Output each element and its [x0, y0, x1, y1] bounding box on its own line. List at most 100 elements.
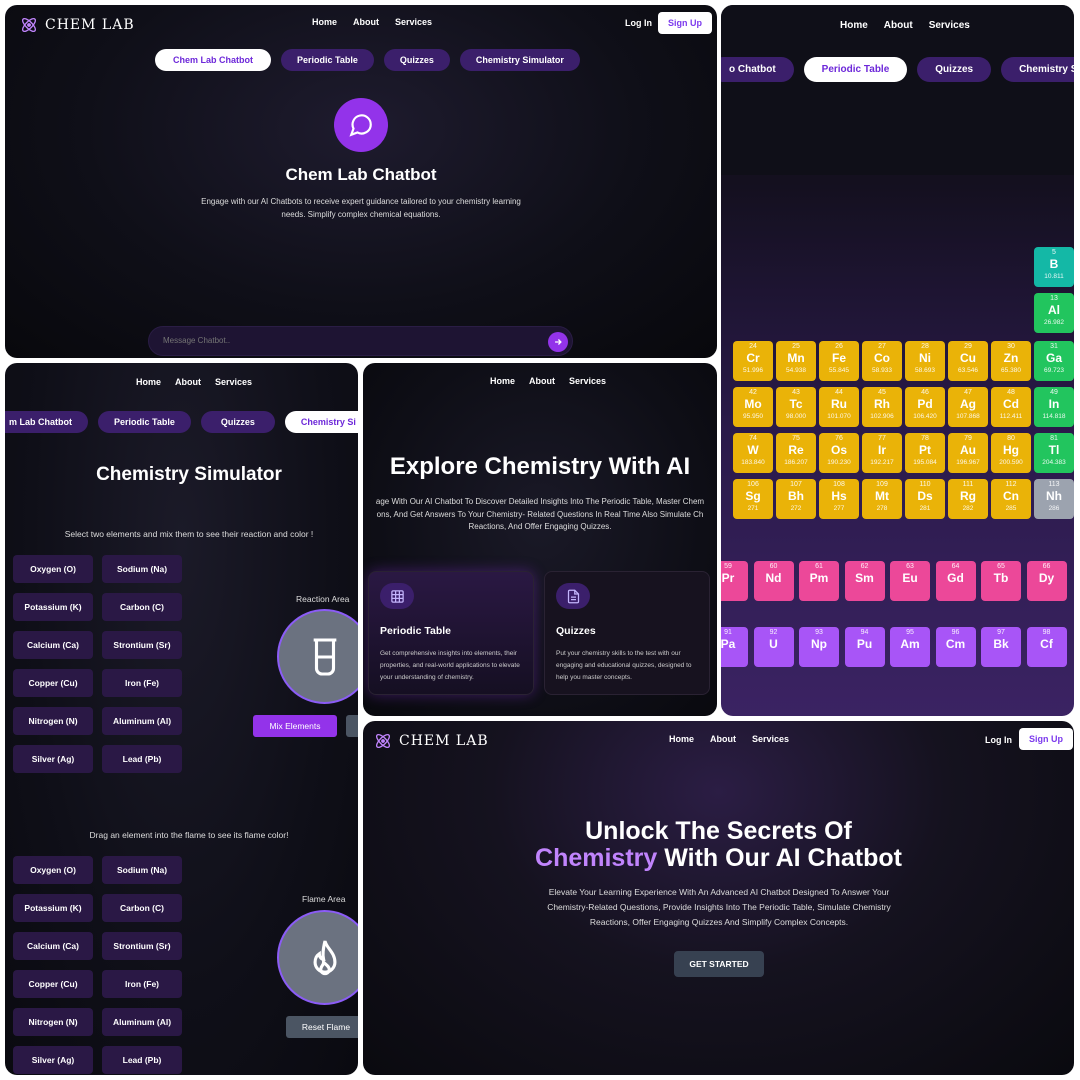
element-tile-ds[interactable]: 110 Ds 281 — [905, 479, 945, 519]
get-started-button[interactable]: GET STARTED — [674, 951, 764, 977]
flame-element-button[interactable]: Sodium (Na) — [102, 856, 182, 884]
element-tile-ga[interactable]: 31 Ga 69.723 — [1034, 341, 1074, 381]
element-tile-ir[interactable]: 77 Ir 192.217 — [862, 433, 902, 473]
element-tile-pr[interactable]: 59 Pr — [721, 561, 748, 601]
mix-element-button[interactable]: Copper (Cu) — [13, 669, 93, 697]
nav-about[interactable]: About — [529, 376, 555, 386]
element-tile-zn[interactable]: 30 Zn 65.380 — [991, 341, 1031, 381]
flame-element-button[interactable]: Nitrogen (N) — [13, 1008, 93, 1036]
element-tile-mt[interactable]: 109 Mt 278 — [862, 479, 902, 519]
feature-card-quizzes[interactable]: Quizzes Put your chemistry skills to the… — [544, 571, 710, 695]
element-tile-hg[interactable]: 80 Hg 200.590 — [991, 433, 1031, 473]
feature-card-periodic-table[interactable]: Periodic Table Get comprehensive insight… — [368, 571, 534, 695]
mix-element-button[interactable]: Nitrogen (N) — [13, 707, 93, 735]
element-tile-mn[interactable]: 25 Mn 54.938 — [776, 341, 816, 381]
element-tile-pd[interactable]: 46 Pd 106.420 — [905, 387, 945, 427]
nav-home[interactable]: Home — [136, 377, 161, 387]
element-tile-re[interactable]: 75 Re 186.207 — [776, 433, 816, 473]
element-tile-sg[interactable]: 106 Sg 271 — [733, 479, 773, 519]
mix-element-button[interactable]: Potassium (K) — [13, 593, 93, 621]
flame-element-button[interactable]: Oxygen (O) — [13, 856, 93, 884]
mix-element-button[interactable]: Aluminum (Al) — [102, 707, 182, 735]
nav-services[interactable]: Services — [215, 377, 252, 387]
element-tile-pa[interactable]: 91 Pa — [721, 627, 748, 667]
element-tile-al[interactable]: 13 Al 26.982 — [1034, 293, 1074, 333]
element-tile-am[interactable]: 95 Am — [890, 627, 930, 667]
nav-services[interactable]: Services — [569, 376, 606, 386]
nav-services[interactable]: Services — [395, 17, 432, 27]
mix-element-button[interactable]: Carbon (C) — [102, 593, 182, 621]
tab-quizzes[interactable]: Quizzes — [383, 49, 450, 71]
mix-element-button[interactable]: Iron (Fe) — [102, 669, 182, 697]
nav-home[interactable]: Home — [840, 20, 868, 31]
element-tile-co[interactable]: 27 Co 58.933 — [862, 341, 902, 381]
element-tile-nd[interactable]: 60 Nd — [753, 561, 794, 601]
element-tile-au[interactable]: 79 Au 196.967 — [948, 433, 988, 473]
element-tile-cf[interactable]: 98 Cf — [1026, 627, 1067, 667]
element-tile-cu[interactable]: 29 Cu 63.546 — [948, 341, 988, 381]
tab-periodic-table[interactable]: Periodic Table — [803, 57, 908, 82]
mix-element-button[interactable]: Lead (Pb) — [102, 745, 182, 773]
element-tile-pm[interactable]: 61 Pm — [799, 561, 839, 601]
flame-element-button[interactable]: Strontium (Sr) — [102, 932, 182, 960]
element-tile-tb[interactable]: 65 Tb — [981, 561, 1021, 601]
signup-button[interactable]: Sign Up — [1019, 728, 1073, 750]
element-tile-bh[interactable]: 107 Bh 272 — [776, 479, 816, 519]
flame-element-button[interactable]: Aluminum (Al) — [102, 1008, 182, 1036]
reset-reaction-button[interactable] — [346, 715, 358, 737]
nav-services[interactable]: Services — [929, 20, 970, 31]
tab-periodic-table[interactable]: Periodic Table — [281, 49, 374, 71]
nav-about[interactable]: About — [884, 20, 913, 31]
element-tile-hs[interactable]: 108 Hs 277 — [819, 479, 859, 519]
element-tile-sm[interactable]: 62 Sm — [844, 561, 885, 601]
element-tile-pt[interactable]: 78 Pt 195.084 — [905, 433, 945, 473]
nav-about[interactable]: About — [710, 734, 736, 744]
element-tile-pu[interactable]: 94 Pu — [844, 627, 885, 667]
mix-elements-button[interactable]: Mix Elements — [253, 715, 337, 737]
send-button[interactable] — [548, 332, 568, 352]
nav-home[interactable]: Home — [669, 734, 694, 744]
mix-element-button[interactable]: Strontium (Sr) — [102, 631, 182, 659]
mix-element-button[interactable]: Silver (Ag) — [13, 745, 93, 773]
element-tile-ag[interactable]: 47 Ag 107.868 — [948, 387, 988, 427]
flame-element-button[interactable]: Iron (Fe) — [102, 970, 182, 998]
logo[interactable]: CHEM LAB — [373, 731, 489, 751]
element-tile-cm[interactable]: 96 Cm — [935, 627, 976, 667]
flame-element-button[interactable]: Potassium (K) — [13, 894, 93, 922]
tab-simulator[interactable]: Chemistry Simulator — [459, 49, 580, 71]
nav-about[interactable]: About — [353, 17, 379, 27]
element-tile-cr[interactable]: 24 Cr 51.996 — [733, 341, 773, 381]
flame-element-button[interactable]: Carbon (C) — [102, 894, 182, 922]
element-tile-nh[interactable]: 113 Nh 286 — [1034, 479, 1074, 519]
nav-home[interactable]: Home — [312, 17, 337, 27]
logo[interactable]: CHEM LAB — [19, 15, 135, 35]
nav-about[interactable]: About — [175, 377, 201, 387]
element-tile-cn[interactable]: 112 Cn 285 — [991, 479, 1031, 519]
element-tile-bk[interactable]: 97 Bk — [981, 627, 1021, 667]
element-tile-w[interactable]: 74 W 183.840 — [733, 433, 773, 473]
element-tile-dy[interactable]: 66 Dy — [1026, 561, 1067, 601]
flame-element-button[interactable]: Lead (Pb) — [102, 1046, 182, 1074]
element-tile-rh[interactable]: 45 Rh 102.906 — [862, 387, 902, 427]
element-tile-mo[interactable]: 42 Mo 95.950 — [733, 387, 773, 427]
element-tile-rg[interactable]: 111 Rg 282 — [948, 479, 988, 519]
flame-area[interactable] — [277, 910, 358, 1005]
message-input[interactable] — [163, 336, 523, 345]
mix-element-button[interactable]: Sodium (Na) — [102, 555, 182, 583]
tab-simulator[interactable]: Chemistry S — [1001, 57, 1074, 82]
element-tile-tl[interactable]: 81 Tl 204.383 — [1034, 433, 1074, 473]
element-tile-ni[interactable]: 28 Ni 58.693 — [905, 341, 945, 381]
mix-element-button[interactable]: Oxygen (O) — [13, 555, 93, 583]
element-tile-tc[interactable]: 43 Tc 98.000 — [776, 387, 816, 427]
element-tile-gd[interactable]: 64 Gd — [935, 561, 976, 601]
login-link[interactable]: Log In — [985, 735, 1012, 745]
tab-chatbot[interactable]: o Chatbot — [721, 57, 794, 82]
element-tile-u[interactable]: 92 U — [753, 627, 794, 667]
element-tile-in[interactable]: 49 In 114.818 — [1034, 387, 1074, 427]
element-tile-os[interactable]: 76 Os 190.230 — [819, 433, 859, 473]
nav-services[interactable]: Services — [752, 734, 789, 744]
element-tile-ru[interactable]: 44 Ru 101.070 — [819, 387, 859, 427]
tab-quizzes[interactable]: Quizzes — [200, 411, 275, 433]
element-tile-b[interactable]: 5 B 10.811 — [1034, 247, 1074, 287]
mix-element-button[interactable]: Calcium (Ca) — [13, 631, 93, 659]
